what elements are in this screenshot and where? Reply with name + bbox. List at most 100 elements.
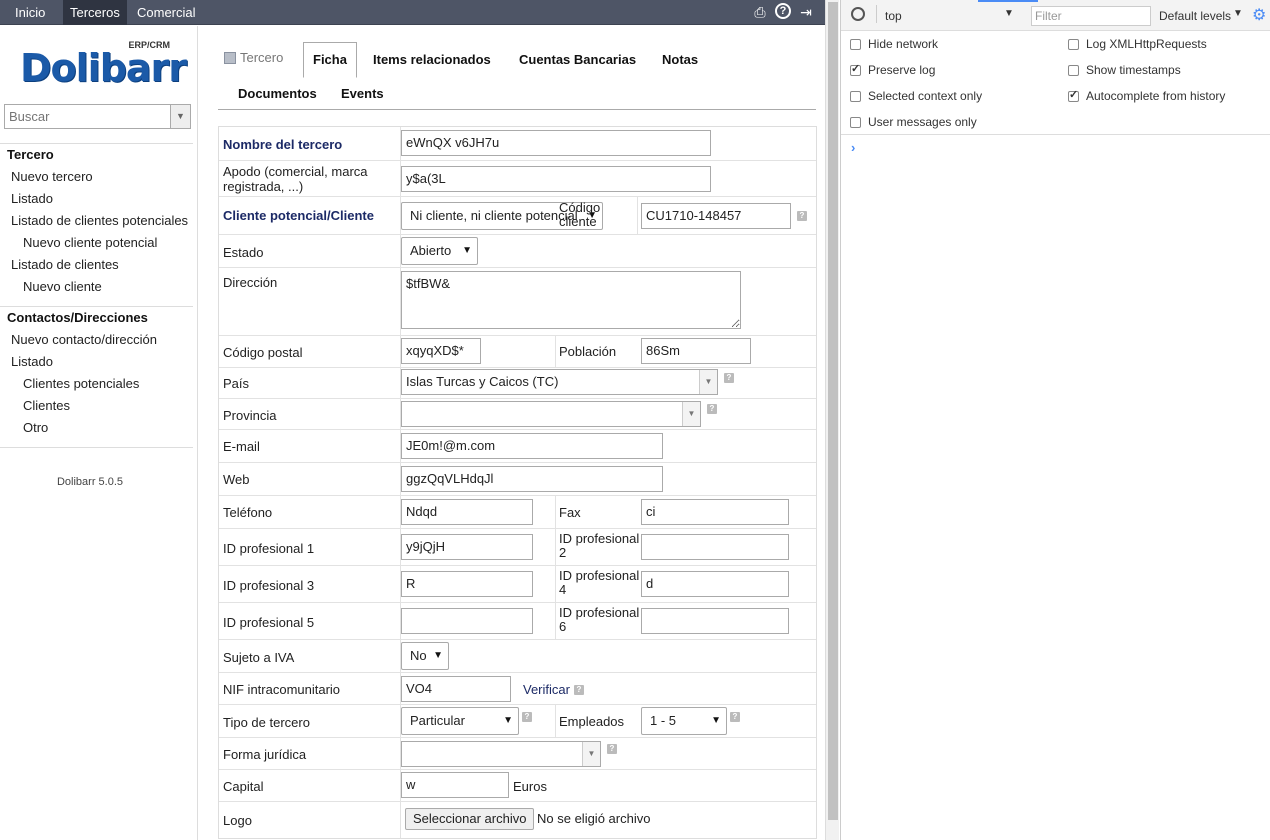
label-telefono: Teléfono [223, 505, 273, 520]
help-icon[interactable]: ? [730, 712, 740, 722]
menu-item-contactos-otro[interactable]: Otro [0, 417, 193, 439]
console-prompt[interactable]: › [851, 140, 855, 155]
nombre-input[interactable]: eWnQX v6JH7u [401, 130, 711, 156]
email-input[interactable]: JE0m!@m.com [401, 433, 663, 459]
menu-item-contactos-potenciales[interactable]: Clientes potenciales [0, 373, 193, 395]
page-scrollbar[interactable] [825, 0, 839, 840]
logout-icon[interactable]: ⇥ [797, 3, 815, 21]
iva-select[interactable]: No ▼ [401, 642, 449, 670]
option-selected-context[interactable]: Selected context only [850, 89, 982, 103]
gear-icon[interactable]: ⚙ [1252, 5, 1266, 25]
web-input[interactable]: ggzQqVLHdqJl [401, 466, 663, 492]
idprof2-input[interactable] [641, 534, 789, 560]
pais-select[interactable]: Islas Turcas y Caicos (TC) ▼ [401, 369, 718, 395]
nif-input[interactable]: VO4 [401, 676, 511, 702]
checkbox[interactable] [1068, 88, 1079, 102]
idprof3-input[interactable]: R [401, 571, 533, 597]
option-hide-network[interactable]: Hide network [850, 37, 938, 51]
option-show-timestamps[interactable]: Show timestamps [1068, 63, 1181, 77]
direccion-textarea[interactable]: $tfBW& [401, 271, 741, 329]
menu-item-listado[interactable]: Listado [0, 188, 193, 210]
poblacion-input[interactable]: 86Sm [641, 338, 751, 364]
devtools-console: top ▼ Filter Default levels ▼ ⚙ Hide net… [840, 0, 1270, 840]
context-select[interactable]: top [885, 9, 902, 23]
capital-input[interactable]: w [401, 772, 509, 798]
menu-item-nuevo-cliente[interactable]: Nuevo cliente [0, 276, 193, 298]
estado-select[interactable]: Abierto ▼ [401, 237, 478, 265]
menu-item-contactos-clientes[interactable]: Clientes [0, 395, 193, 417]
file-select-button[interactable]: Seleccionar archivo [405, 808, 535, 830]
verificar-link[interactable]: Verificar [523, 682, 570, 697]
chevron-down-icon: ▼ [462, 245, 472, 256]
apodo-input[interactable]: y$a(3L [401, 166, 711, 192]
help-icon[interactable]: ? [607, 744, 617, 754]
topnav-inicio[interactable]: Inicio [8, 0, 52, 25]
tab-documentos[interactable]: Documentos [238, 86, 317, 101]
tab-tercero[interactable]: Tercero [224, 50, 283, 65]
idprof5-input[interactable] [401, 608, 533, 634]
search-input[interactable] [5, 105, 165, 128]
help-icon[interactable]: ? [707, 404, 717, 414]
checkbox[interactable] [850, 62, 861, 76]
help-icon[interactable]: ? [724, 373, 734, 383]
idprof6-input[interactable] [641, 608, 789, 634]
menu-item-nuevo-contacto[interactable]: Nuevo contacto/dirección [0, 329, 193, 351]
label-apodo: Apodo (comercial, marca registrada, ...) [223, 164, 368, 194]
row-idprof-5-6: ID profesional 5 ID profesional 6 [219, 603, 816, 640]
tab-ficha[interactable]: Ficha [303, 42, 357, 78]
menu-item-listado-clientes[interactable]: Listado de clientes [0, 254, 193, 276]
filter-input[interactable]: Filter [1031, 6, 1151, 26]
chevron-down-icon[interactable]: ▼ [1004, 8, 1014, 19]
chevron-down-icon[interactable]: ▼ [1233, 8, 1243, 19]
menu-item-listado-contactos[interactable]: Listado [0, 351, 193, 373]
row-pais: País Islas Turcas y Caicos (TC) ▼ ? [219, 368, 816, 399]
row-provincia: Provincia ▼ ? [219, 399, 816, 430]
label-idprof2: ID profesional 2 [559, 531, 640, 560]
scrollbar-thumb[interactable] [828, 2, 838, 820]
chevron-down-icon[interactable]: ▼ [170, 105, 190, 128]
cp-input[interactable]: xqyqXD$* [401, 338, 481, 364]
clear-console-icon[interactable] [851, 7, 865, 21]
tipo-select[interactable]: Particular ▼ [401, 707, 519, 735]
row-cliente: Cliente potencial/Cliente Ni cliente, ni… [219, 197, 816, 235]
idprof1-input[interactable]: y9jQjH [401, 534, 533, 560]
menu-title-contactos[interactable]: Contactos/Direcciones [0, 307, 193, 329]
row-iva: Sujeto a IVA No ▼ [219, 640, 816, 673]
idprof4-input[interactable]: d [641, 571, 789, 597]
topnav-comercial[interactable]: Comercial [130, 0, 203, 25]
help-icon[interactable]: ? [775, 3, 791, 19]
fax-input[interactable]: ci [641, 499, 789, 525]
help-icon[interactable]: ? [574, 685, 584, 695]
telefono-input[interactable]: Ndqd [401, 499, 533, 525]
tab-cuentas-bancarias[interactable]: Cuentas Bancarias [519, 52, 636, 67]
menu-item-nuevo-tercero[interactable]: Nuevo tercero [0, 166, 193, 188]
empleados-select[interactable]: 1 - 5 ▼ [641, 707, 727, 735]
menu-item-nuevo-potencial[interactable]: Nuevo cliente potencial [0, 232, 193, 254]
checkbox[interactable] [850, 90, 861, 102]
checkbox[interactable] [1068, 38, 1079, 50]
help-icon[interactable]: ? [797, 211, 807, 221]
top-menu-bar: Inicio Terceros Comercial ⎙ ? ⇥ [0, 0, 825, 25]
provincia-select[interactable]: ▼ [401, 401, 701, 427]
option-log-xhr[interactable]: Log XMLHttpRequests [1068, 37, 1207, 51]
print-icon[interactable]: ⎙ [751, 3, 769, 21]
menu-title-tercero[interactable]: Tercero [0, 144, 193, 166]
dolibarr-logo[interactable]: ERP/CRM Dolibarr [20, 40, 187, 92]
option-autocomplete[interactable]: Autocomplete from history [1068, 88, 1225, 103]
label-cp: Código postal [223, 345, 303, 360]
checkbox[interactable] [850, 116, 861, 128]
forma-select[interactable]: ▼ [401, 741, 601, 767]
tab-notas[interactable]: Notas [662, 52, 698, 67]
checkbox[interactable] [850, 38, 861, 50]
option-preserve-log[interactable]: Preserve log [850, 62, 935, 77]
option-user-messages[interactable]: User messages only [850, 115, 977, 129]
tab-events[interactable]: Events [341, 86, 384, 101]
menu-item-listado-potenciales[interactable]: Listado de clientes potenciales [0, 210, 193, 232]
checkbox[interactable] [1068, 64, 1079, 76]
levels-select[interactable]: Default levels [1159, 9, 1231, 23]
help-icon[interactable]: ? [522, 712, 532, 722]
codigo-cliente-input[interactable]: CU1710-148457 [641, 203, 791, 229]
search-combobox[interactable]: ▼ [4, 104, 191, 129]
topnav-terceros[interactable]: Terceros [63, 0, 127, 25]
tab-items-relacionados[interactable]: Items relacionados [373, 52, 491, 67]
